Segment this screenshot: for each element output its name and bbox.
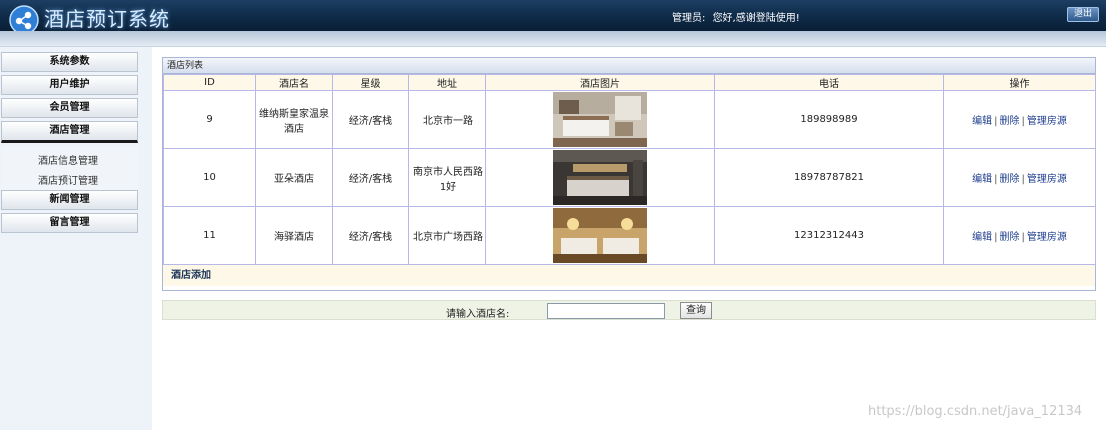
cell-id: 10 [163, 148, 256, 207]
delete-link[interactable]: 删除 [1000, 232, 1020, 243]
cell-image [485, 148, 715, 207]
watermark-text: https://blog.csdn.net/java_12134 [868, 404, 1083, 419]
op-separator: | [1021, 232, 1025, 243]
edit-link[interactable]: 编辑 [972, 232, 992, 243]
add-row: 酒店添加 [163, 265, 1095, 286]
table-header-row: ID 酒店名 星级 地址 酒店图片 电话 操作 [163, 74, 1096, 91]
op-separator: | [1021, 116, 1025, 127]
cell-name: 维纳斯皇家温泉酒店 [255, 90, 333, 149]
delete-link[interactable]: 删除 [1000, 174, 1020, 185]
sidebar: 系统参数 用户维护 会员管理 酒店管理 酒店信息管理 酒店预订管理 新闻管理 留… [0, 47, 152, 430]
cell-id: 11 [163, 206, 256, 265]
cell-ops: 编辑 | 删除 | 管理房源 [943, 148, 1096, 207]
op-separator: | [1021, 174, 1025, 185]
search-label: 请输入酒店名: [446, 309, 510, 320]
hotel-name-search-input[interactable] [547, 303, 665, 319]
hotel-list-panel: 酒店列表 ID 酒店名 星级 地址 酒店图片 电话 操作 9 维纳斯皇家温泉酒店… [162, 57, 1096, 291]
hotel-room-photo [553, 150, 647, 205]
edit-link[interactable]: 编辑 [972, 174, 992, 185]
panel-title: 酒店列表 [163, 58, 1095, 74]
cell-name: 海驿酒店 [255, 206, 333, 265]
table-row: 10 亚朵酒店 经济/客栈 南京市人民西路1好 18978787821 编辑 |… [163, 148, 1096, 207]
cell-address: 北京市一路 [408, 90, 486, 149]
column-header-phone: 电话 [714, 74, 944, 91]
add-hotel-link[interactable]: 酒店添加 [171, 270, 211, 281]
manage-rooms-link[interactable]: 管理房源 [1027, 116, 1067, 127]
table-row: 9 维纳斯皇家温泉酒店 经济/客栈 北京市一路 189898989 编辑 | 删… [163, 90, 1096, 149]
sidebar-item-member-management[interactable]: 会员管理 [1, 98, 138, 118]
manage-rooms-link[interactable]: 管理房源 [1027, 174, 1067, 185]
search-bar: 请输入酒店名: 查询 [162, 300, 1096, 320]
submenu-item-hotel-booking[interactable]: 酒店预订管理 [38, 172, 98, 187]
column-header-name: 酒店名 [255, 74, 333, 91]
cell-star: 经济/客栈 [332, 90, 409, 149]
op-separator: | [994, 116, 998, 127]
sidebar-item-news-management[interactable]: 新闻管理 [1, 190, 138, 210]
column-header-image: 酒店图片 [485, 74, 715, 91]
greeting-text: 您好,感谢登陆使用! [712, 13, 800, 24]
admin-greeting: 管理员: 您好,感谢登陆使用! [672, 9, 800, 24]
logout-button[interactable]: 退出 [1067, 7, 1099, 22]
column-header-ops: 操作 [943, 74, 1096, 91]
header-subbar [0, 31, 1106, 47]
delete-link[interactable]: 删除 [1000, 116, 1020, 127]
cell-id: 9 [163, 90, 256, 149]
table-row: 11 海驿酒店 经济/客栈 北京市广场西路 12312312443 编辑 | 删… [163, 206, 1096, 265]
hotel-room-photo [553, 208, 647, 263]
cell-star: 经济/客栈 [332, 148, 409, 207]
submenu-item-hotel-info[interactable]: 酒店信息管理 [38, 152, 98, 167]
hotel-table: ID 酒店名 星级 地址 酒店图片 电话 操作 9 维纳斯皇家温泉酒店 经济/客… [163, 74, 1096, 265]
cell-phone: 12312312443 [714, 206, 944, 265]
op-separator: | [994, 174, 998, 185]
admin-label: 管理员: [672, 13, 706, 24]
app-header: 酒店预订系统 管理员: 您好,感谢登陆使用! 退出 [0, 0, 1106, 35]
manage-rooms-link[interactable]: 管理房源 [1027, 232, 1067, 243]
sidebar-item-system-params[interactable]: 系统参数 [1, 52, 138, 72]
cell-name: 亚朵酒店 [255, 148, 333, 207]
hotel-room-photo [553, 92, 647, 147]
cell-phone: 189898989 [714, 90, 944, 149]
search-button[interactable]: 查询 [680, 302, 712, 319]
sidebar-item-user-maintenance[interactable]: 用户维护 [1, 75, 138, 95]
op-separator: | [994, 232, 998, 243]
sidebar-item-message-management[interactable]: 留言管理 [1, 213, 138, 233]
column-header-address: 地址 [408, 74, 486, 91]
app-title: 酒店预订系统 [44, 7, 170, 31]
column-header-id: ID [163, 74, 256, 91]
cell-image [485, 90, 715, 149]
cell-phone: 18978787821 [714, 148, 944, 207]
sidebar-item-hotel-management[interactable]: 酒店管理 [1, 121, 138, 143]
edit-link[interactable]: 编辑 [972, 116, 992, 127]
cell-ops: 编辑 | 删除 | 管理房源 [943, 206, 1096, 265]
column-header-star: 星级 [332, 74, 409, 91]
cell-address: 南京市人民西路1好 [408, 148, 486, 207]
cell-star: 经济/客栈 [332, 206, 409, 265]
cell-ops: 编辑 | 删除 | 管理房源 [943, 90, 1096, 149]
cell-image [485, 206, 715, 265]
cell-address: 北京市广场西路 [408, 206, 486, 265]
